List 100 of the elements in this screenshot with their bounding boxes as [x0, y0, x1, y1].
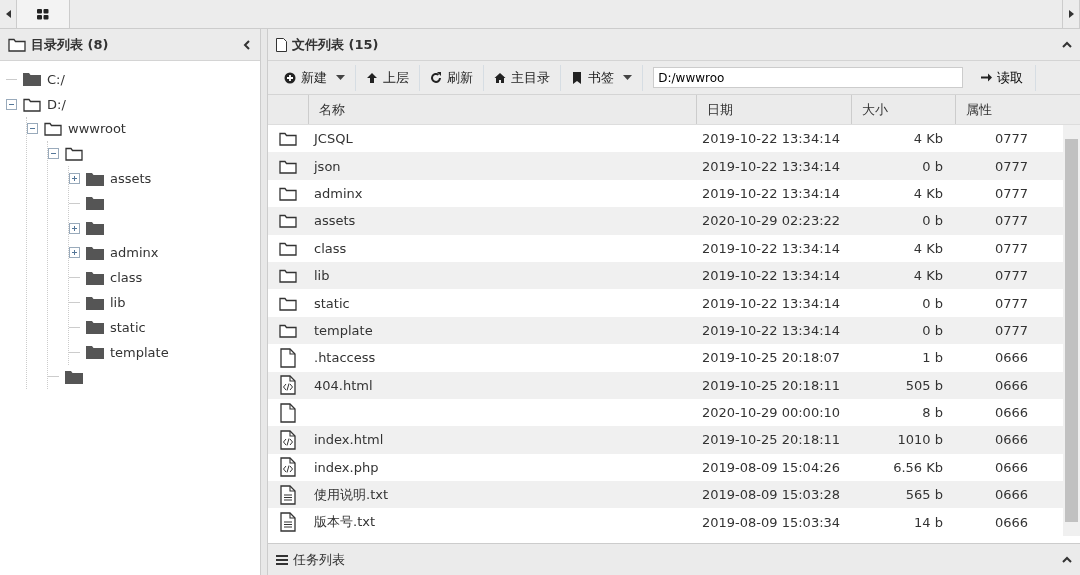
size-cell-text: 0 b [921, 322, 944, 338]
folder-icon [86, 295, 104, 310]
folder-icon [86, 270, 104, 285]
date-cell-text: 2019-08-09 15:03:28 [701, 487, 842, 503]
text-file-icon [280, 512, 296, 533]
permission-cell-text: 0666 [994, 487, 1030, 503]
tree-item[interactable]: C:/ [47, 71, 65, 87]
size-cell-text: 1 b [921, 350, 944, 366]
folder-icon [23, 72, 41, 87]
list-icon [276, 554, 288, 565]
collapse-toggle-icon[interactable] [6, 98, 17, 110]
size-cell-text: 505 b [904, 377, 944, 393]
collapse-icon[interactable] [1062, 554, 1072, 565]
panel-title: 任务列表 [293, 550, 346, 569]
tree-item[interactable]: D:/ [47, 96, 66, 112]
expand-toggle-icon[interactable] [69, 222, 80, 234]
size-cell-text: 6.56 Kb [892, 459, 944, 475]
panel-title: 目录列表 (8) [31, 35, 110, 54]
size-cell-text: 8 b [921, 405, 944, 421]
permission-cell-text: 0777 [994, 131, 1030, 147]
permission-cell-text: 0777 [994, 295, 1030, 311]
column-header[interactable]: 大小 [851, 95, 955, 124]
file-name[interactable]: JCSQL [314, 131, 353, 147]
path-field[interactable]: D:/wwwroo [653, 67, 964, 88]
tree-item[interactable]: template [110, 344, 169, 360]
file-name[interactable]: adminx [314, 185, 363, 201]
folder-icon [279, 295, 297, 311]
tree-item[interactable]: wwwroot [68, 121, 126, 137]
toolbar-button[interactable]: 刷新 [420, 64, 485, 91]
scroll-left-icon[interactable] [5, 10, 11, 18]
grid-icon[interactable] [37, 8, 49, 20]
permission-cell-text: 0666 [994, 459, 1030, 475]
tree-item[interactable]: lib [110, 295, 126, 311]
expand-toggle-icon[interactable] [69, 173, 80, 185]
toolbar-button[interactable]: 书签 [561, 64, 644, 91]
date-cell-text: 2019-10-22 13:34:14 [701, 240, 842, 256]
size-cell-text: 14 b [913, 514, 944, 530]
column-header[interactable]: 属性 [955, 95, 1058, 124]
folder-icon [65, 369, 83, 384]
read-button[interactable]: 读取 [969, 64, 1037, 91]
file-name[interactable]: assets [314, 213, 356, 229]
collapse-toggle-icon[interactable] [48, 148, 59, 160]
file-name[interactable]: index.html [314, 432, 384, 448]
file-name[interactable]: lib [314, 268, 330, 284]
file-name[interactable]: 404.html [314, 377, 373, 393]
caret-icon [336, 75, 346, 80]
toolbar-button[interactable]: 主目录 [484, 64, 562, 91]
folder-icon [23, 96, 41, 112]
file-name[interactable]: template [314, 322, 373, 338]
size-cell-text: 0 b [921, 213, 944, 229]
date-cell-text: 2019-10-22 13:34:14 [701, 158, 842, 174]
folder-icon [65, 146, 83, 162]
permission-cell-text: 0777 [994, 185, 1030, 201]
date-cell-text: 2020-10-29 02:23:22 [701, 213, 842, 229]
permission-cell-text: 0777 [994, 322, 1030, 338]
size-cell-text: 0 b [921, 158, 944, 174]
folder-icon [86, 221, 104, 236]
size-cell-text: 1010 b [896, 432, 944, 448]
expand-toggle-icon[interactable] [69, 247, 80, 259]
permission-cell-text: 0777 [994, 240, 1030, 256]
folder-icon [86, 320, 104, 335]
tree-item[interactable]: adminx [110, 245, 159, 261]
size-cell-text: 4 Kb [912, 131, 944, 147]
toolbar-button[interactable]: 上层 [356, 64, 421, 91]
file-icon [280, 347, 296, 368]
folder-icon [8, 37, 26, 52]
bookmark-icon [571, 71, 584, 84]
text-file-icon [280, 484, 296, 505]
scrollbar[interactable] [1063, 125, 1080, 536]
permission-cell-text: 0666 [994, 514, 1030, 530]
file-name[interactable]: .htaccess [314, 350, 376, 366]
folder-icon [279, 322, 297, 338]
code-file-icon [280, 457, 296, 478]
file-name[interactable]: index.php [314, 459, 379, 475]
scroll-right-icon[interactable] [1068, 10, 1074, 18]
file-name[interactable]: 版本号.txt [314, 514, 376, 530]
column-header[interactable]: 日期 [696, 95, 851, 124]
size-cell-text: 0 b [921, 295, 944, 311]
collapse-icon[interactable] [1062, 39, 1072, 50]
tree-item[interactable]: static [110, 319, 146, 335]
caret-icon [623, 75, 633, 80]
panel-title: 文件列表 (15) [292, 35, 380, 54]
folder-icon [279, 268, 297, 284]
toolbar-button[interactable]: 新建 [274, 64, 357, 91]
tree-item[interactable]: assets [110, 171, 152, 187]
date-cell-text: 2019-08-09 15:03:34 [701, 514, 842, 530]
file-name[interactable]: static [314, 295, 350, 311]
date-cell-text: 2019-10-22 13:34:14 [701, 131, 842, 147]
date-cell-text: 2019-10-25 20:18:11 [701, 432, 842, 448]
collapse-toggle-icon[interactable] [27, 123, 38, 135]
collapse-icon[interactable] [242, 39, 252, 50]
date-cell-text: 2019-10-22 13:34:14 [701, 295, 842, 311]
file-icon [276, 37, 287, 52]
file-name[interactable]: class [314, 240, 347, 256]
size-cell-text: 4 Kb [912, 185, 944, 201]
tree-item[interactable]: class [110, 270, 143, 286]
home-icon [494, 71, 507, 84]
column-header[interactable]: 名称 [308, 95, 696, 124]
file-name[interactable]: 使用说明.txt [314, 486, 389, 502]
file-name[interactable]: json [314, 158, 341, 174]
